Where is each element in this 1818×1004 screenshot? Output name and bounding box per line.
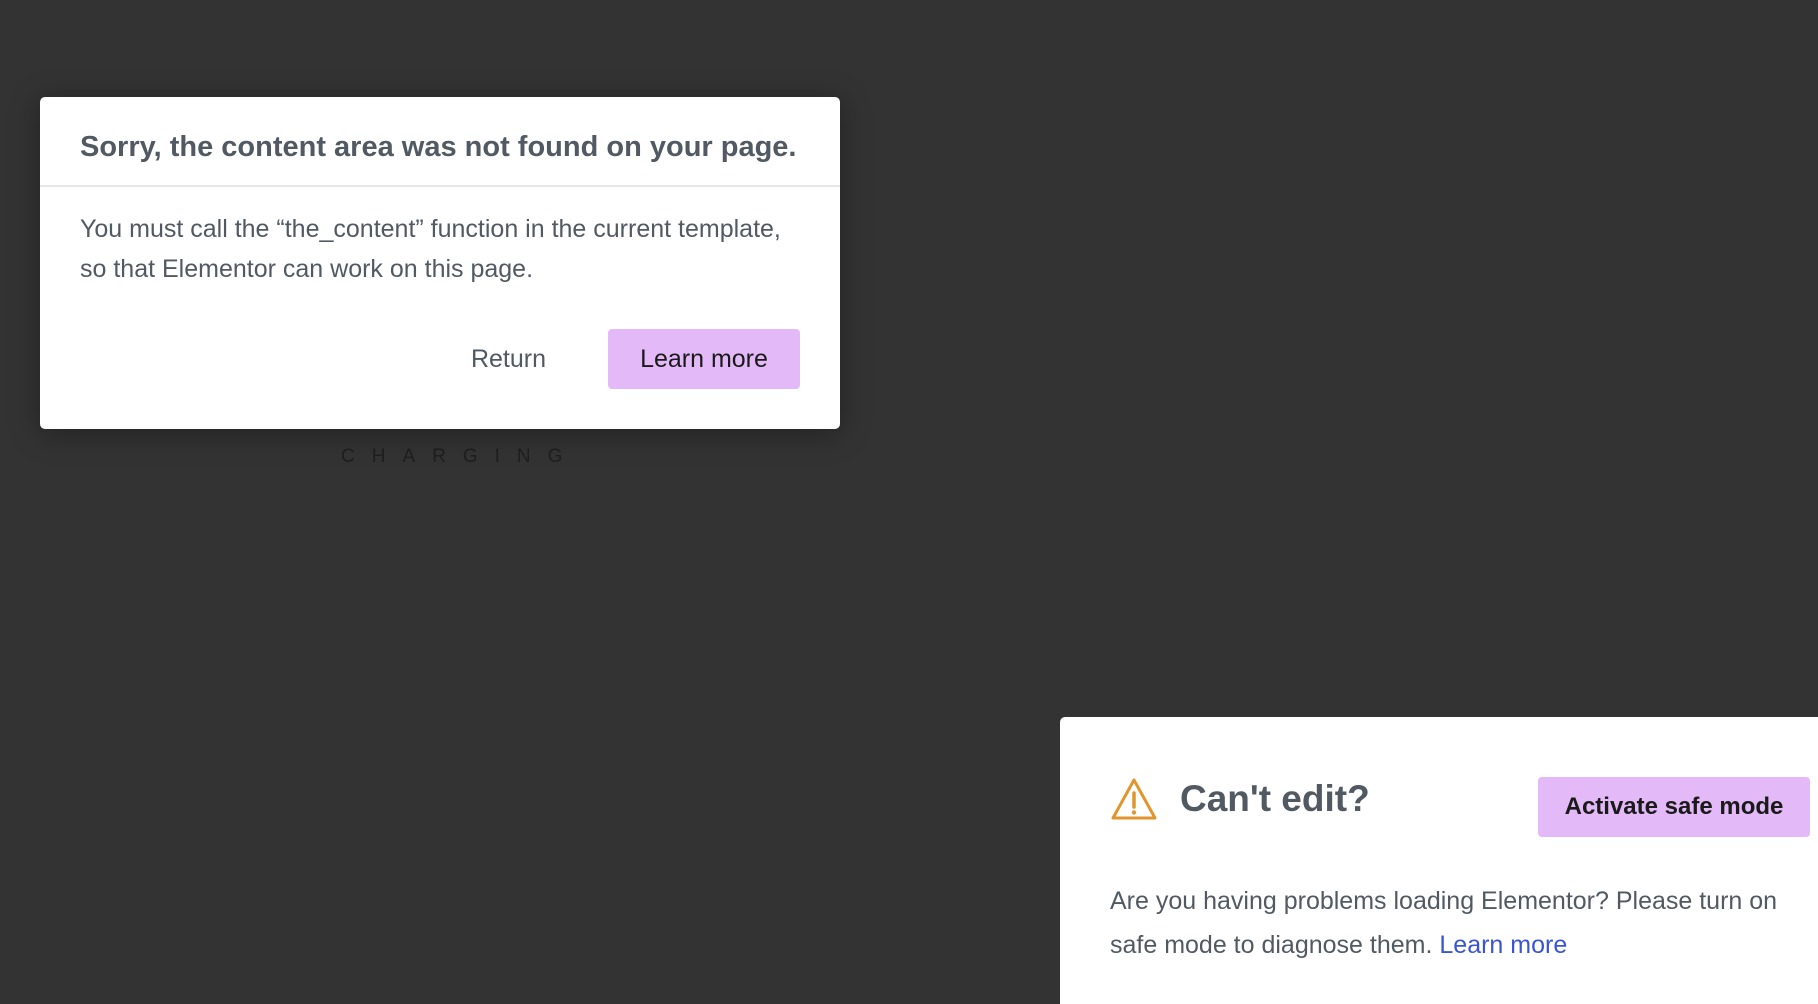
return-button[interactable]: Return <box>471 345 608 374</box>
safe-mode-title: Can't edit? <box>1180 778 1370 819</box>
dialog-message: You must call the “the_content” function… <box>80 215 781 283</box>
dialog-title: Sorry, the content area was not found on… <box>80 131 797 163</box>
editor-background: CHARGING Sorry, the content area was not… <box>0 0 1818 1004</box>
warning-icon <box>1111 778 1157 820</box>
safe-mode-panel: Can't edit? Activate safe mode Are you h… <box>1060 717 1818 1004</box>
safe-mode-learn-more-link[interactable]: Learn more <box>1439 931 1567 959</box>
activate-safe-mode-button[interactable]: Activate safe mode <box>1538 777 1810 837</box>
dialog-buttons: Return Learn more <box>471 329 800 389</box>
loading-label: CHARGING <box>341 446 580 467</box>
content-area-error-dialog: Sorry, the content area was not found on… <box>40 97 840 429</box>
safe-mode-message: Are you having problems loading Elemento… <box>1110 879 1810 967</box>
dialog-header: Sorry, the content area was not found on… <box>40 97 840 187</box>
safe-mode-header: Can't edit? <box>1110 777 1370 821</box>
learn-more-button[interactable]: Learn more <box>608 329 800 389</box>
